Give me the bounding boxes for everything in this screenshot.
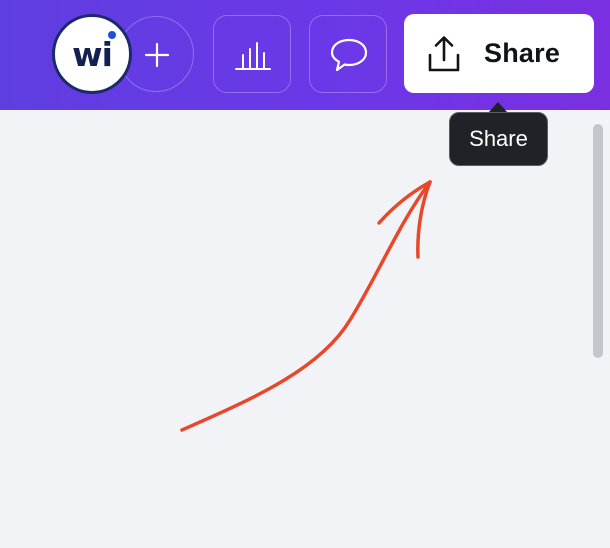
annotation-arrow <box>180 180 432 432</box>
vertical-scrollbar[interactable] <box>593 124 603 358</box>
